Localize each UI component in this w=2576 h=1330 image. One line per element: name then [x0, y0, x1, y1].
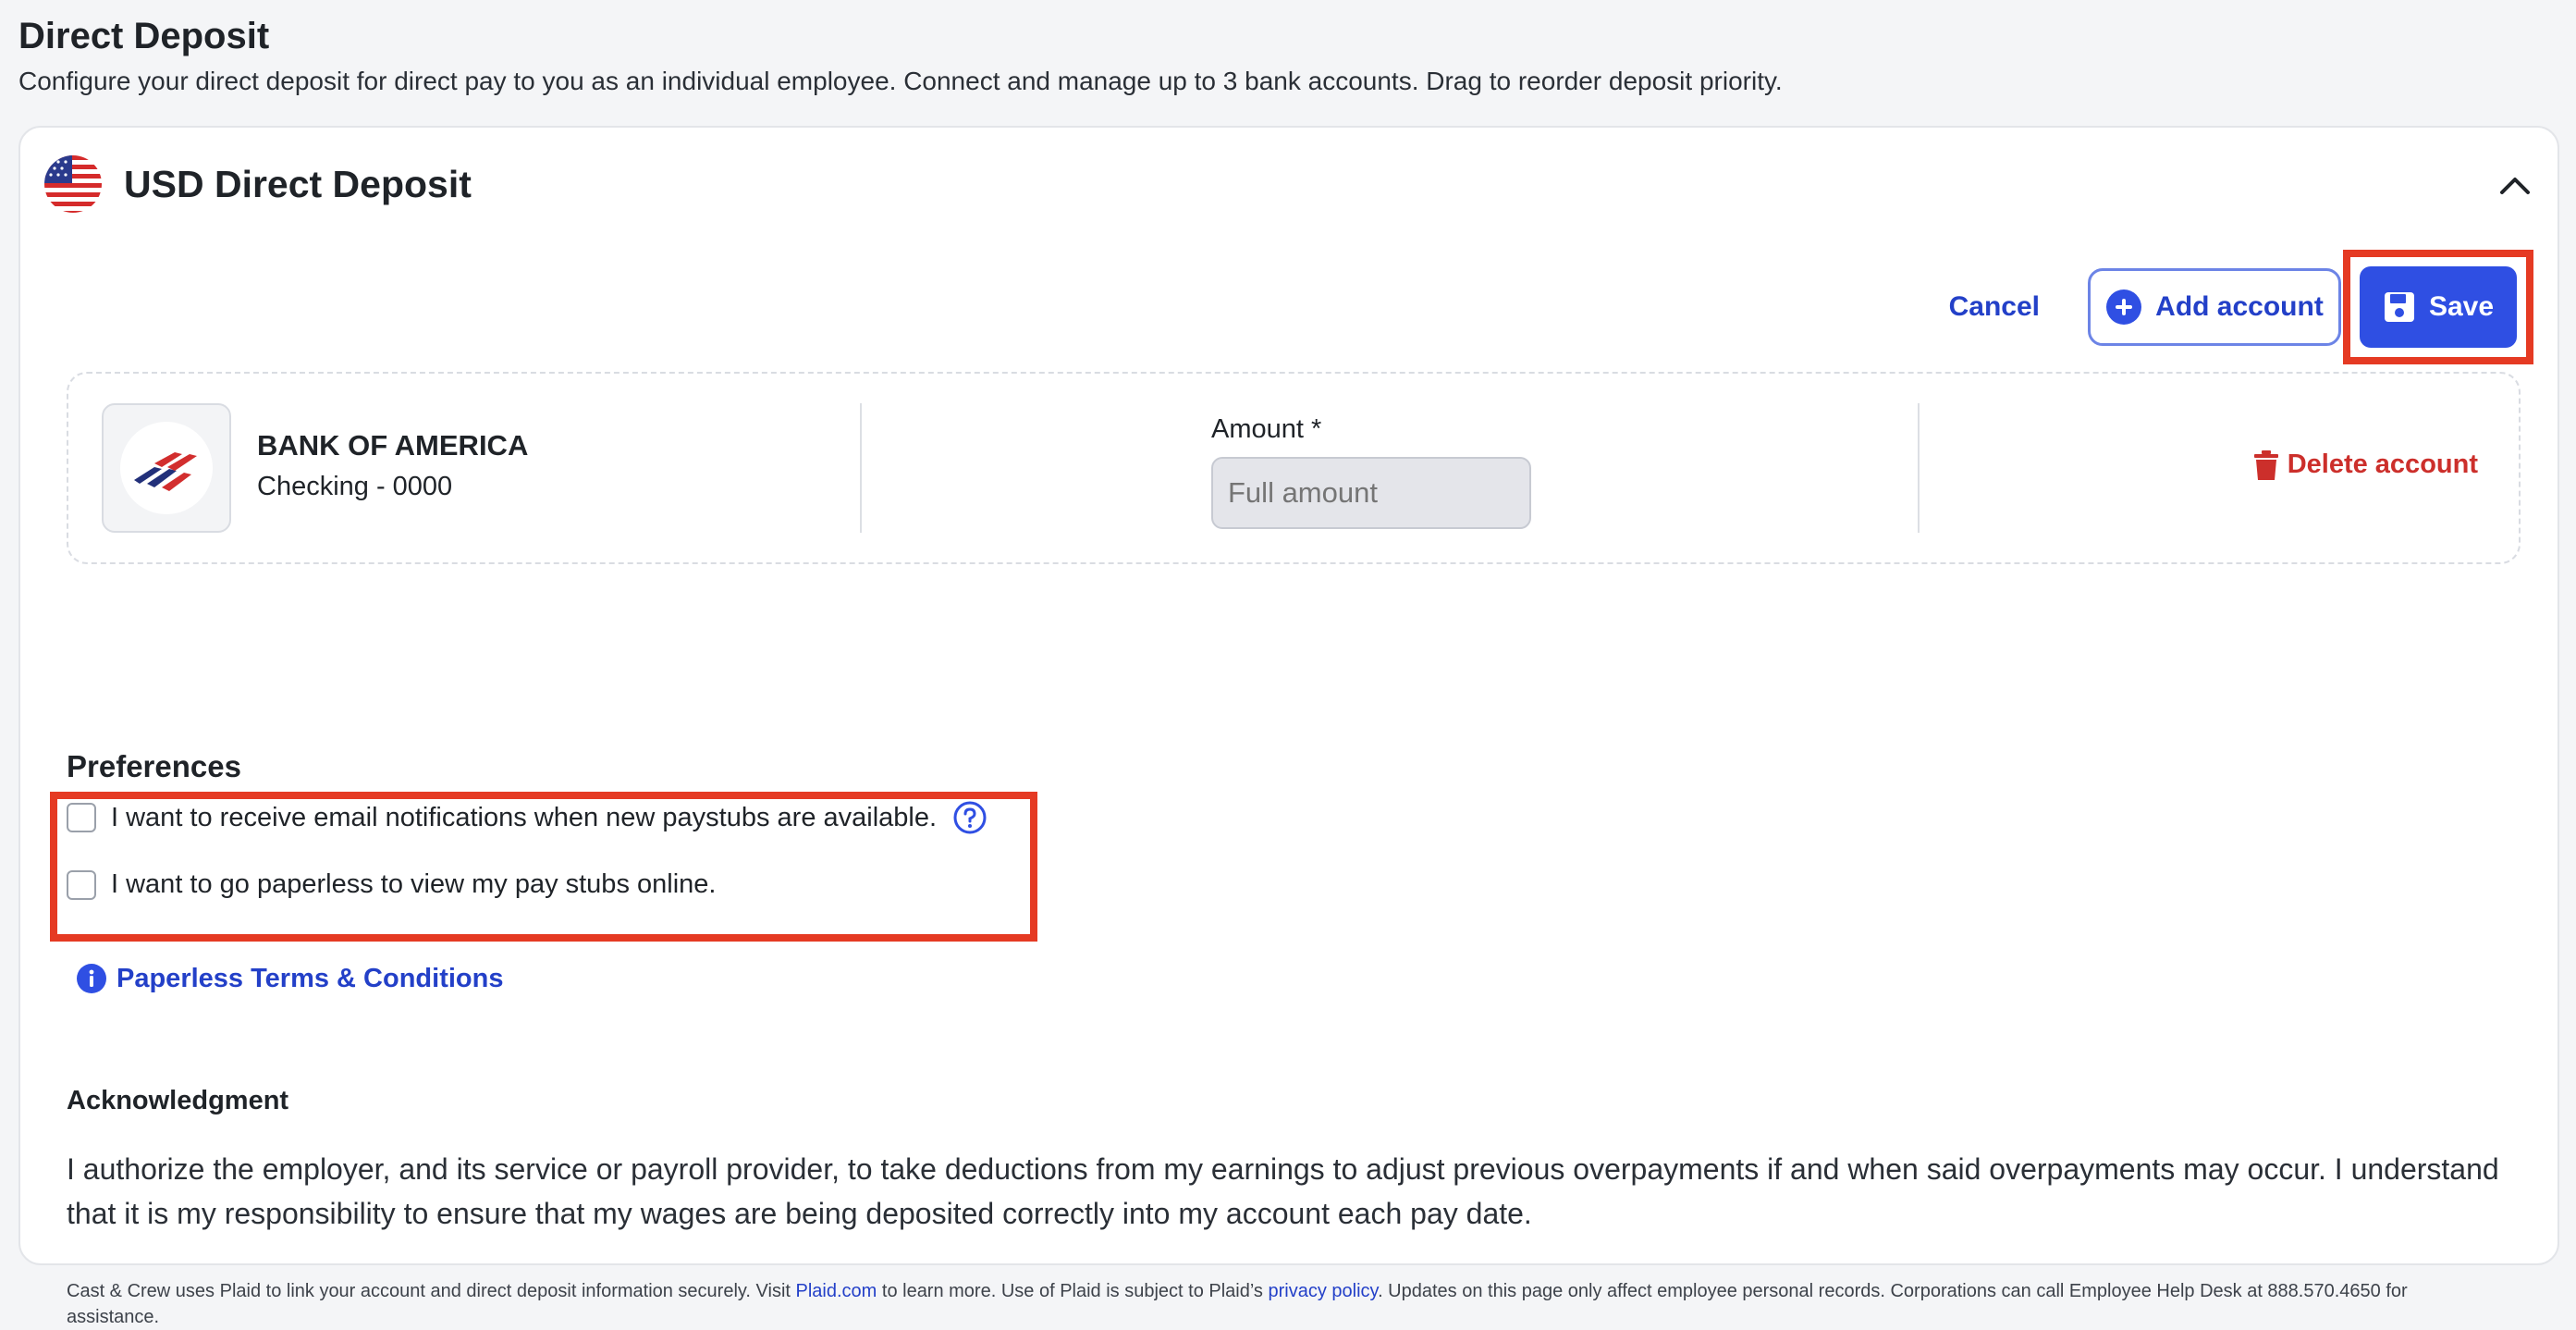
floppy-disk-icon — [2384, 292, 2414, 322]
email-notifications-label: I want to receive email notifications wh… — [111, 802, 938, 832]
page-subtitle: Configure your direct deposit for direct… — [18, 67, 1783, 95]
us-flag-icon — [44, 155, 102, 213]
usd-direct-deposit-card: USD Direct Deposit Cancel Add account Sa… — [18, 126, 2559, 1327]
email-notification-option[interactable]: I want to receive email notifications wh… — [67, 801, 987, 834]
bank-name: BANK OF AMERICA — [257, 429, 529, 462]
add-account-button[interactable]: Add account — [2088, 268, 2341, 346]
divider — [860, 403, 862, 533]
collapse-button[interactable] — [2495, 165, 2535, 205]
bank-logo — [102, 403, 231, 533]
paperless-terms-label: Paperless Terms & Conditions — [117, 963, 504, 993]
delete-account-button[interactable]: Delete account — [2253, 449, 2478, 480]
plaid-footnote: Cast & Crew uses Plaid to link your acco… — [67, 1278, 2489, 1330]
preferences-title: Preferences — [67, 749, 241, 783]
add-account-label: Add account — [2155, 291, 2324, 322]
paperless-label: I want to go paperless to view my pay st… — [111, 869, 717, 899]
info-icon — [77, 964, 106, 993]
plaid-link[interactable]: Plaid.com — [796, 1281, 877, 1301]
paperless-terms-link[interactable]: Paperless Terms & Conditions — [76, 963, 503, 994]
action-bar: Cancel Add account Save — [1901, 250, 2533, 364]
chevron-up-icon — [2500, 178, 2530, 194]
save-label: Save — [2428, 291, 2495, 322]
card-header: USD Direct Deposit — [44, 155, 472, 213]
paperless-checkbox[interactable] — [67, 869, 96, 900]
amount-label: Amount * — [1211, 414, 1322, 444]
card-title: USD Direct Deposit — [124, 162, 472, 205]
cancel-button[interactable]: Cancel — [1901, 291, 2088, 323]
paperless-option[interactable]: I want to go paperless to view my pay st… — [67, 869, 716, 900]
save-button-highlight: Save — [2343, 250, 2533, 364]
privacy-policy-link[interactable]: privacy policy — [1269, 1281, 1379, 1301]
delete-account-label: Delete account — [2287, 449, 2478, 479]
bank-account-row[interactable]: BANK OF AMERICA Checking - 0000 Amount *… — [67, 372, 2521, 564]
plus-circle-icon — [2106, 289, 2142, 325]
page-header: Direct Deposit Configure your direct dep… — [18, 13, 1783, 96]
divider — [1918, 403, 1920, 533]
bank-of-america-logo-icon — [134, 452, 197, 491]
email-notifications-checkbox[interactable] — [67, 803, 96, 832]
trash-icon — [2253, 449, 2278, 480]
account-type: Checking - 0000 — [257, 472, 453, 501]
page-title: Direct Deposit — [18, 16, 270, 56]
save-button[interactable]: Save — [2360, 266, 2517, 348]
acknowledgment-title: Acknowledgment — [67, 1086, 289, 1115]
footnote-text: to learn more. Use of Plaid is subject t… — [877, 1281, 1269, 1301]
amount-input[interactable] — [1211, 457, 1531, 529]
acknowledgment-text: I authorize the employer, and its servic… — [67, 1152, 2499, 1230]
question-help-icon[interactable] — [953, 801, 987, 834]
footnote-text: Cast & Crew uses Plaid to link your acco… — [67, 1281, 796, 1301]
